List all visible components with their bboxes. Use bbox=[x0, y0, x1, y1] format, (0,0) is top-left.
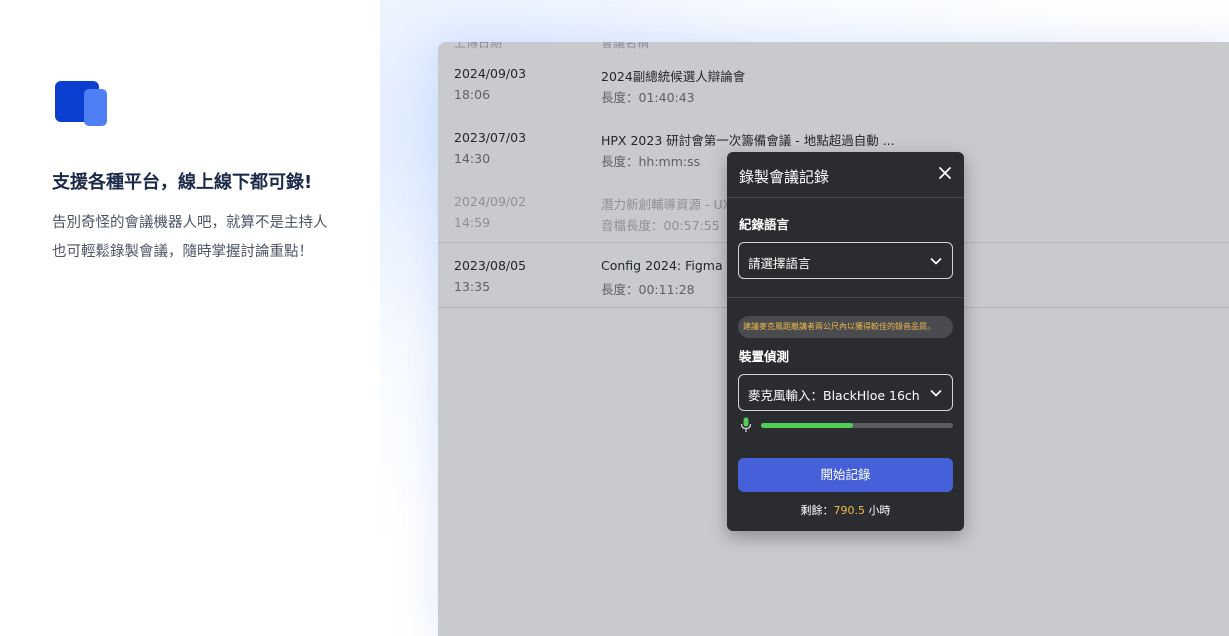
microphone-select-value: 麥克風輸入：BlackHloe 16ch bbox=[748, 388, 920, 403]
microphone-icon bbox=[740, 417, 752, 432]
column-header-date: 上傳日期 bbox=[454, 42, 503, 50]
row-duration: 長度：01:40:43 bbox=[601, 90, 695, 105]
feature-desc-line: 告別奇怪的會議機器人吧，就算不是主持人 bbox=[52, 215, 328, 231]
mic-level-fill bbox=[761, 423, 854, 428]
feature-desc-line: 也可輕鬆錄製會議，隨時掌握討論重點！ bbox=[52, 244, 313, 260]
row-duration: 音檔長度：00:57:55 bbox=[601, 218, 720, 233]
feature-section: 支援各種平台，線上線下都可錄! 告別奇怪的會議機器人吧，就算不是主持人 也可輕鬆… bbox=[52, 0, 392, 636]
divider bbox=[727, 297, 964, 298]
divider bbox=[727, 197, 964, 198]
row-title[interactable]: 潛力新創輔導資源 - UX/U bbox=[601, 194, 745, 213]
dialog-title: 錄製會議記錄 bbox=[739, 168, 830, 186]
row-title[interactable]: Config 2024: Figma pro bbox=[601, 258, 747, 273]
row-date: 2024/09/03 bbox=[454, 66, 527, 81]
row-time: 18:06 bbox=[454, 87, 491, 102]
devices-icon bbox=[55, 81, 107, 127]
chevron-down-icon bbox=[930, 390, 942, 397]
column-header-name: 會議名稱 bbox=[601, 42, 650, 50]
feature-title: 支援各種平台，線上線下都可錄! bbox=[52, 172, 313, 193]
language-select-value: 請選擇語言 bbox=[748, 256, 811, 271]
recording-hint: 建議麥克風距離講者兩公尺內以獲得較佳的錄音品質。 bbox=[738, 316, 953, 338]
remaining-time: 剩餘：790.5 小時 bbox=[727, 502, 964, 518]
row-date: 2023/07/03 bbox=[454, 130, 527, 145]
row-title[interactable]: 2024副總統候選人辯論會 bbox=[601, 66, 745, 85]
remaining-label: 剩餘： bbox=[800, 504, 834, 517]
row-duration: 長度：00:11:28 bbox=[601, 282, 695, 297]
microphone-select[interactable]: 麥克風輸入：BlackHloe 16ch bbox=[738, 374, 953, 411]
language-select[interactable]: 請選擇語言 bbox=[738, 242, 953, 279]
row-time: 13:35 bbox=[454, 279, 491, 294]
remaining-value: 790.5 bbox=[833, 504, 866, 517]
record-meeting-dialog: 錄製會議記錄 紀錄語言 請選擇語言 建議麥克風距離講者兩公尺內以獲得較佳的錄音品… bbox=[727, 152, 964, 531]
chevron-down-icon bbox=[930, 258, 942, 265]
row-duration: 長度：hh:mm:ss bbox=[601, 154, 701, 169]
feature-description: 告別奇怪的會議機器人吧，就算不是主持人 也可輕鬆錄製會議，隨時掌握討論重點！ bbox=[52, 209, 382, 267]
device-label: 裝置偵測 bbox=[739, 349, 790, 364]
start-recording-button[interactable]: 開始記錄 bbox=[738, 458, 953, 492]
close-icon[interactable] bbox=[938, 166, 952, 180]
row-time: 14:30 bbox=[454, 151, 491, 166]
row-date: 2023/08/05 bbox=[454, 258, 527, 273]
row-time: 14:59 bbox=[454, 215, 491, 230]
row-title[interactable]: HPX 2023 研討會第一次籌備會議 - 地點超過自動 ... bbox=[601, 130, 895, 149]
remaining-unit: 小時 bbox=[865, 504, 891, 517]
mic-level-meter bbox=[761, 423, 953, 428]
row-date: 2024/09/02 bbox=[454, 194, 527, 209]
language-label: 紀錄語言 bbox=[739, 217, 790, 232]
